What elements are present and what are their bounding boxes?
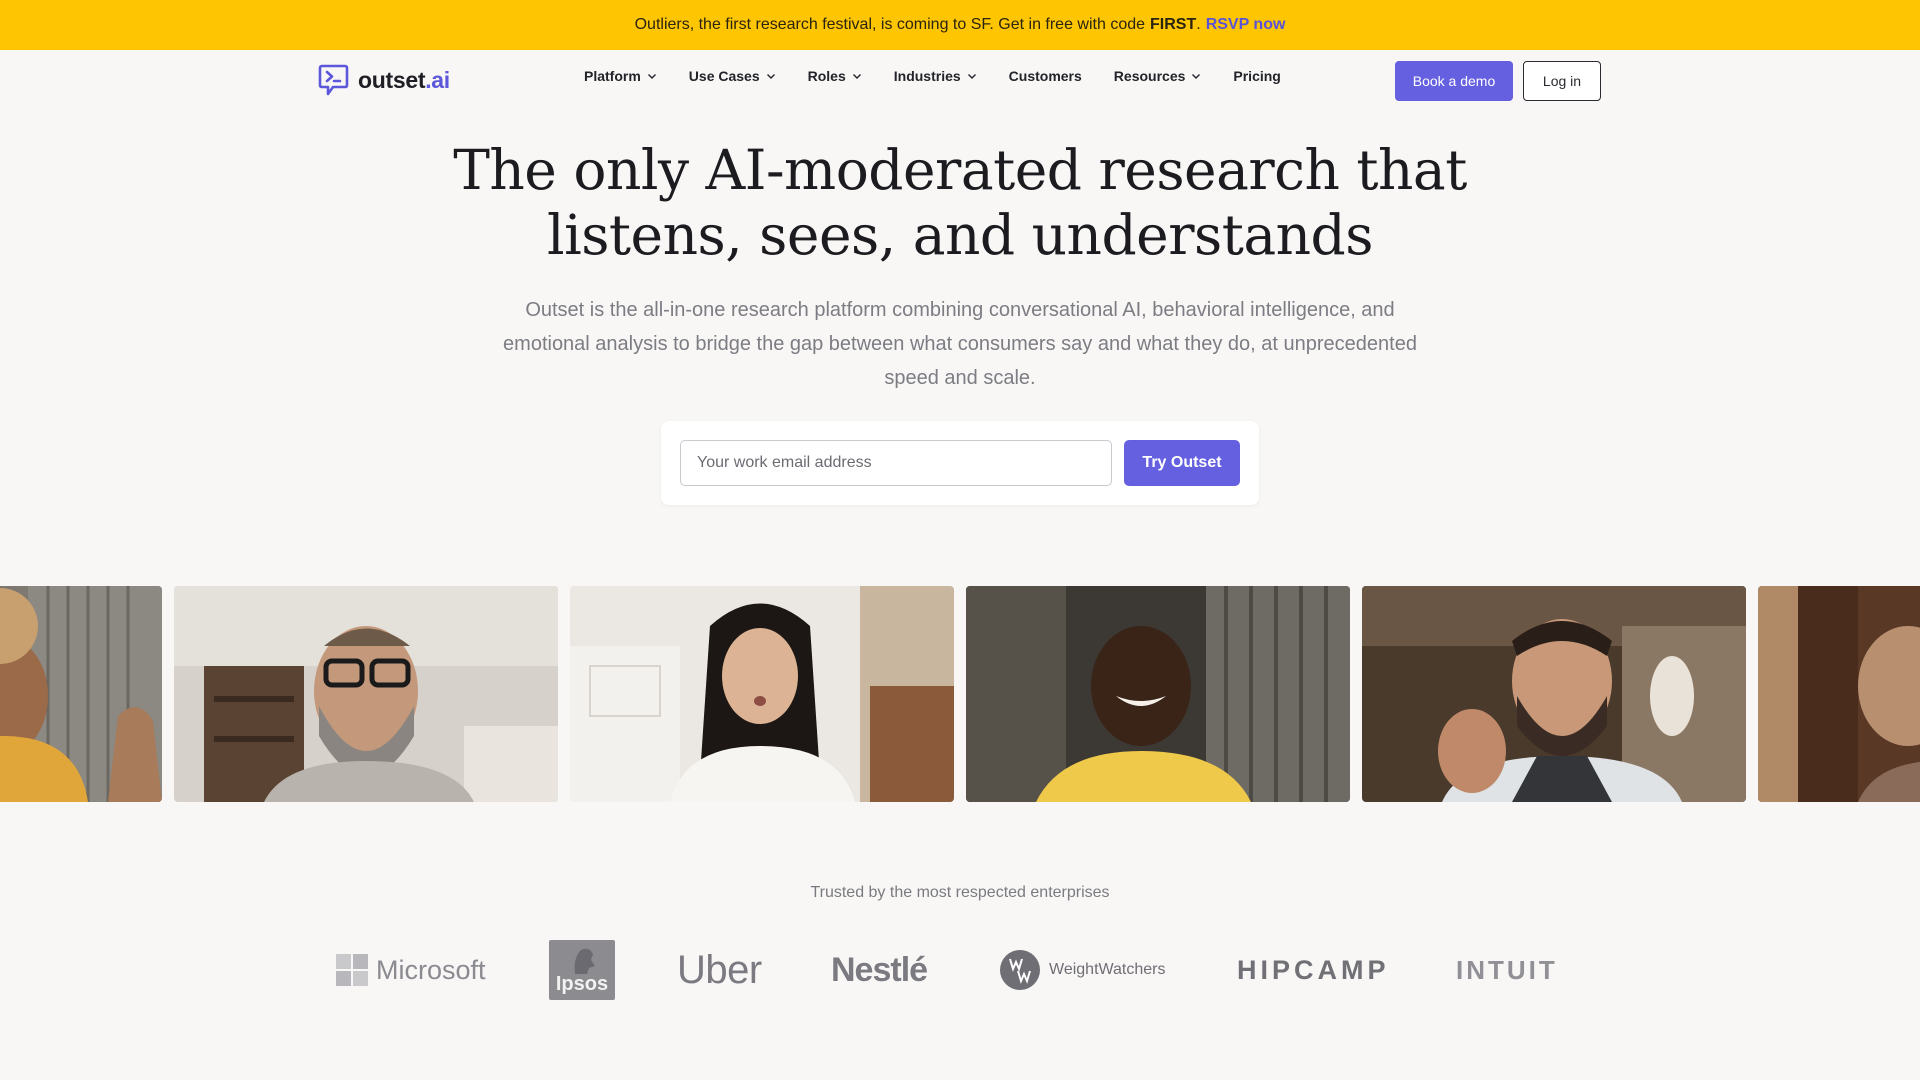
nav-item-pricing[interactable]: Pricing: [1233, 68, 1280, 84]
microsoft-logo: Microsoft: [336, 953, 486, 987]
hipcamp-logo: HIPCAMP: [1237, 953, 1390, 987]
nav-item-customers[interactable]: Customers: [1009, 68, 1082, 84]
microsoft-squares-icon: [336, 954, 368, 986]
customer-logos: Microsoft Ipsos Uber Nestlé WeightWatche…: [0, 935, 1920, 1005]
hero-title: The only AI-moderated research that list…: [360, 138, 1560, 268]
participant-video-6: [1758, 586, 1920, 802]
weightwatchers-wordmark: WeightWatchers: [1049, 961, 1166, 978]
trusted-heading: Trusted by the most respected enterprise…: [810, 884, 1110, 901]
announcement-bar: Outliers, the first research festival, i…: [0, 0, 1920, 50]
hero-title-line-2: listens, sees, and understands: [547, 203, 1373, 267]
announcement-text: Outliers, the first research festival, i…: [634, 16, 1146, 33]
try-outset-button[interactable]: Try Outset: [1124, 440, 1240, 486]
nav-item-use-cases[interactable]: Use Cases: [689, 68, 776, 84]
participant-video-4: [966, 586, 1350, 802]
logo-name: outset: [358, 66, 426, 93]
intuit-logo: INTUIT: [1456, 953, 1558, 987]
book-demo-button[interactable]: Book a demo: [1395, 61, 1513, 101]
uber-wordmark: Uber: [677, 947, 762, 992]
nav-item-label: Use Cases: [688, 68, 760, 84]
nav-item-label: Roles: [807, 68, 846, 84]
participant-photo: [1758, 586, 1920, 802]
participant-photo: [966, 586, 1350, 802]
participant-video-1: [0, 586, 162, 802]
promo-code: FIRST: [1150, 16, 1197, 33]
logo-wordmark: outset.ai: [358, 67, 450, 94]
rsvp-link[interactable]: RSVP now: [1206, 16, 1286, 34]
signup-card: Try Outset: [661, 421, 1259, 505]
nav-item-platform[interactable]: Platform: [584, 68, 657, 84]
participant-photo: [174, 586, 558, 802]
ipsos-wordmark: Ipsos: [555, 973, 609, 995]
participant-photo: [0, 586, 162, 802]
email-input[interactable]: [680, 440, 1112, 486]
top-navigation: outset.ai Platform Use Cases Roles Indus…: [0, 50, 1920, 110]
nav-item-industries[interactable]: Industries: [894, 68, 977, 84]
ipsos-logo: Ipsos: [549, 940, 615, 1000]
hero-title-line-1: The only AI-moderated research that: [453, 138, 1467, 202]
ipsos-profile-icon: [574, 948, 595, 974]
nav-item-label: Customers: [1008, 68, 1082, 84]
participant-video-5: [1362, 586, 1746, 802]
ww-badge-icon: [1000, 950, 1040, 990]
chevron-down-icon: [766, 74, 775, 79]
nav-item-roles[interactable]: Roles: [808, 68, 862, 84]
nav-item-resources[interactable]: Resources: [1114, 68, 1202, 84]
intuit-wordmark: INTUIT: [1456, 954, 1558, 985]
hipcamp-wordmark: HIPCAMP: [1237, 954, 1390, 985]
nestle-logo: Nestlé: [831, 947, 928, 993]
nav-item-label: Resources: [1113, 68, 1186, 84]
video-carousel: [0, 586, 1920, 802]
login-button[interactable]: Log in: [1523, 61, 1601, 101]
main-menu: Platform Use Cases Roles Industries Cust…: [584, 68, 1313, 84]
participant-photo: [570, 586, 954, 802]
chevron-down-icon: [852, 74, 861, 79]
chevron-down-icon: [1192, 74, 1201, 79]
uber-logo: Uber: [677, 945, 762, 995]
participant-video-2: [174, 586, 558, 802]
participant-video-3: [570, 586, 954, 802]
chat-terminal-icon: [318, 64, 349, 96]
nestle-wordmark: Nestlé: [831, 950, 928, 989]
nav-item-label: Platform: [584, 68, 641, 84]
logo-suffix: .ai: [425, 66, 450, 93]
chevron-down-icon: [967, 74, 976, 79]
announcement-period: .: [1196, 16, 1201, 33]
nav-item-label: Pricing: [1233, 68, 1281, 84]
microsoft-wordmark: Microsoft: [376, 954, 486, 985]
hero-subtitle: Outset is the all-in-one research platfo…: [503, 299, 1417, 389]
weightwatchers-logo: WeightWatchers: [999, 949, 1165, 991]
participant-photo: [1362, 586, 1746, 802]
outset-logo[interactable]: outset.ai: [318, 62, 450, 98]
nav-item-label: Industries: [893, 68, 961, 84]
chevron-down-icon: [647, 74, 656, 79]
